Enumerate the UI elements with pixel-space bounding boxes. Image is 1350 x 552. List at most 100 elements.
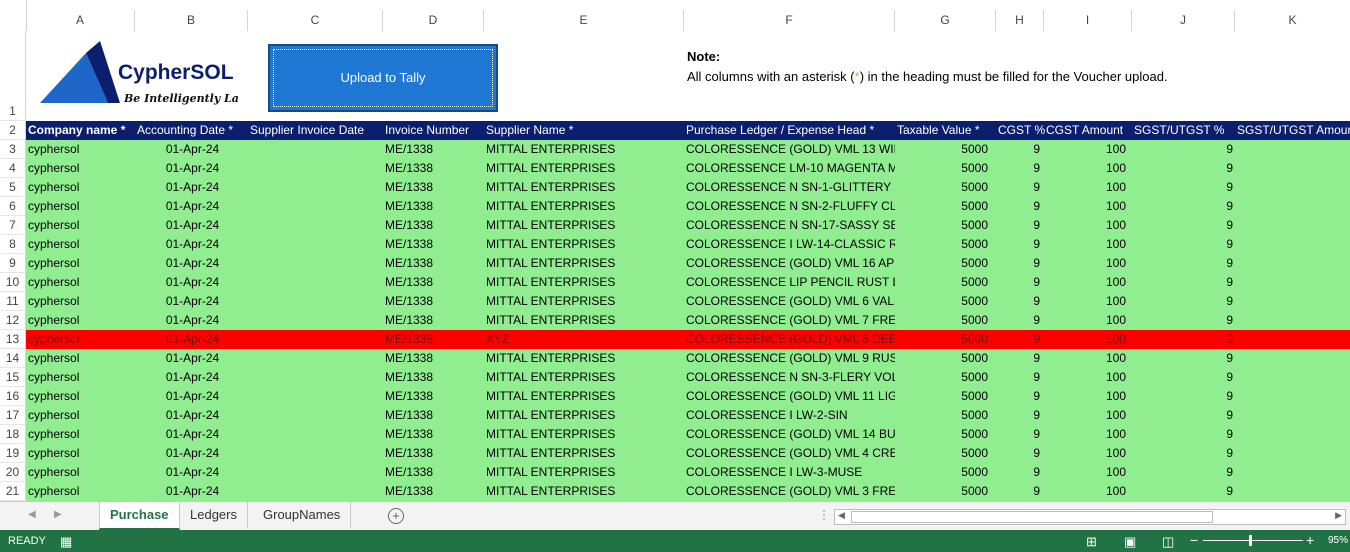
cell-invoice-number[interactable]: ME/1338	[383, 197, 484, 216]
cell-supplier-name[interactable]: MITTAL ENTERPRISES	[484, 292, 684, 311]
cell-cgst-amount[interactable]: 100	[1044, 140, 1132, 159]
cell-sgst-amount[interactable]	[1235, 349, 1350, 368]
row-number[interactable]: 4	[0, 159, 26, 178]
cell-purchase-ledger[interactable]: COLORESSENCE (GOLD) VML 13 WINI	[684, 140, 895, 159]
cell-cgst-pct[interactable]: 9	[996, 349, 1044, 368]
cell-sgst-amount[interactable]	[1235, 425, 1350, 444]
col-header-d[interactable]: D	[383, 10, 484, 31]
cell-taxable-value[interactable]: 5000	[895, 368, 996, 387]
row-number[interactable]: 5	[0, 178, 26, 197]
cell-sgst-pct[interactable]: 9	[1132, 254, 1235, 273]
cell-sgst-pct[interactable]: 9	[1132, 235, 1235, 254]
row-number[interactable]: 17	[0, 406, 26, 425]
cell-taxable-value[interactable]: 5000	[895, 273, 996, 292]
normal-view-icon[interactable]: ⊞	[1086, 534, 1097, 550]
cell-supplier-name[interactable]: MITTAL ENTERPRISES	[484, 273, 684, 292]
cell-supplier-name[interactable]: MITTAL ENTERPRISES	[484, 387, 684, 406]
cell-sgst-pct[interactable]: 9	[1132, 311, 1235, 330]
cell-cgst-amount[interactable]: 100	[1044, 159, 1132, 178]
cell-invoice-number[interactable]: ME/1338	[383, 349, 484, 368]
cell-sgst-amount[interactable]	[1235, 292, 1350, 311]
row-number[interactable]: 7	[0, 216, 26, 235]
scroll-right-arrow-icon[interactable]: ▶	[1335, 510, 1342, 521]
col-header-f[interactable]: F	[684, 10, 895, 31]
cell-cgst-pct[interactable]: 9	[996, 140, 1044, 159]
cell-purchase-ledger[interactable]: COLORESSENCE LIP PENCIL RUST LL-1	[684, 273, 895, 292]
cell-purchase-ledger[interactable]: COLORESSENCE I LW-14-CLASSIC RED	[684, 235, 895, 254]
cell-purchase-ledger[interactable]: COLORESSENCE (GOLD) VML 3 FRESH	[684, 482, 895, 501]
zoom-slider[interactable]	[1203, 540, 1303, 541]
header-sgst-pct[interactable]: SGST/UTGST %	[1132, 121, 1237, 140]
cell-cgst-amount[interactable]: 100	[1044, 311, 1132, 330]
cell-company[interactable]: cyphersol	[26, 463, 135, 482]
cell-purchase-ledger[interactable]: COLORESSENCE I LW-2-SIN	[684, 406, 895, 425]
cell-supplier-name[interactable]: MITTAL ENTERPRISES	[484, 349, 684, 368]
cell-cgst-amount[interactable]: 100	[1044, 406, 1132, 425]
cell-purchase-ledger[interactable]: COLORESSENCE (GOLD) VML 8 DEEPI	[684, 330, 895, 349]
cell-cgst-amount[interactable]: 100	[1044, 482, 1132, 501]
cell-purchase-ledger[interactable]: COLORESSENCE (GOLD) VML 6 VALEN	[684, 292, 895, 311]
cell-company[interactable]: cyphersol	[26, 197, 135, 216]
cell-accounting-date[interactable]: 01-Apr-24	[135, 254, 248, 273]
row-number[interactable]: 11	[0, 292, 26, 311]
cell-sgst-amount[interactable]	[1235, 406, 1350, 425]
tab-ledgers[interactable]: Ledgers	[180, 502, 248, 528]
cell-supplier-name[interactable]: MITTAL ENTERPRISES	[484, 254, 684, 273]
cell-supplier-invoice-date[interactable]	[248, 482, 383, 501]
cell-sgst-pct[interactable]: 9	[1132, 349, 1235, 368]
cell-cgst-amount[interactable]: 100	[1044, 330, 1132, 349]
row-number-1[interactable]: 1	[0, 31, 26, 121]
cell-cgst-amount[interactable]: 100	[1044, 444, 1132, 463]
row-number-2[interactable]: 2	[0, 121, 26, 140]
cell-taxable-value[interactable]: 5000	[895, 482, 996, 501]
cell-supplier-invoice-date[interactable]	[248, 159, 383, 178]
macro-record-icon[interactable]: ▦	[60, 534, 72, 550]
col-header-i[interactable]: I	[1044, 10, 1132, 31]
cell-cgst-amount[interactable]: 100	[1044, 197, 1132, 216]
cell-cgst-pct[interactable]: 9	[996, 368, 1044, 387]
row-number[interactable]: 19	[0, 444, 26, 463]
cell-company[interactable]: cyphersol	[26, 330, 135, 349]
cell-cgst-pct[interactable]: 9	[996, 235, 1044, 254]
cell-supplier-invoice-date[interactable]	[248, 425, 383, 444]
cell-company[interactable]: cyphersol	[26, 444, 135, 463]
cell-company[interactable]: cyphersol	[26, 425, 135, 444]
cell-taxable-value[interactable]: 5000	[895, 406, 996, 425]
cell-supplier-name[interactable]: MITTAL ENTERPRISES	[484, 178, 684, 197]
row-number[interactable]: 14	[0, 349, 26, 368]
header-company-name[interactable]: Company name *	[26, 121, 137, 140]
cell-cgst-amount[interactable]: 100	[1044, 216, 1132, 235]
cell-invoice-number[interactable]: ME/1338	[383, 273, 484, 292]
cell-supplier-invoice-date[interactable]	[248, 235, 383, 254]
cell-accounting-date[interactable]: 01-Apr-24	[135, 482, 248, 501]
header-taxable-value[interactable]: Taxable Value *	[895, 121, 998, 140]
cell-accounting-date[interactable]: 01-Apr-24	[135, 178, 248, 197]
cell-company[interactable]: cyphersol	[26, 159, 135, 178]
cell-supplier-name[interactable]: MITTAL ENTERPRISES	[484, 368, 684, 387]
cell-supplier-invoice-date[interactable]	[248, 197, 383, 216]
cell-supplier-invoice-date[interactable]	[248, 178, 383, 197]
header-purchase-ledger[interactable]: Purchase Ledger / Expense Head *	[684, 121, 897, 140]
tab-scroll-left-icon[interactable]: ◀	[28, 509, 36, 520]
cell-sgst-pct[interactable]: 9	[1132, 387, 1235, 406]
zoom-out-icon[interactable]: −	[1190, 532, 1198, 548]
cell-taxable-value[interactable]: 5000	[895, 425, 996, 444]
cell-cgst-pct[interactable]: 9	[996, 406, 1044, 425]
cell-supplier-invoice-date[interactable]	[248, 254, 383, 273]
cell-taxable-value[interactable]: 5000	[895, 178, 996, 197]
cell-sgst-amount[interactable]	[1235, 216, 1350, 235]
cell-company[interactable]: cyphersol	[26, 349, 135, 368]
tab-groupnames[interactable]: GroupNames	[253, 502, 352, 528]
cell-supplier-name[interactable]: MITTAL ENTERPRISES	[484, 425, 684, 444]
header-accounting-date[interactable]: Accounting Date *	[135, 121, 250, 140]
col-header-g[interactable]: G	[895, 10, 996, 31]
cell-cgst-pct[interactable]: 9	[996, 330, 1044, 349]
cell-purchase-ledger[interactable]: COLORESSENCE N SN-17-SASSY SEAW	[684, 216, 895, 235]
row-number[interactable]: 12	[0, 311, 26, 330]
cell-supplier-name[interactable]: MITTAL ENTERPRISES	[484, 463, 684, 482]
cell-cgst-amount[interactable]: 100	[1044, 368, 1132, 387]
cell-cgst-amount[interactable]: 100	[1044, 292, 1132, 311]
cell-supplier-name[interactable]: MITTAL ENTERPRISES	[484, 235, 684, 254]
cell-accounting-date[interactable]: 01-Apr-24	[135, 368, 248, 387]
cell-company[interactable]: cyphersol	[26, 482, 135, 501]
